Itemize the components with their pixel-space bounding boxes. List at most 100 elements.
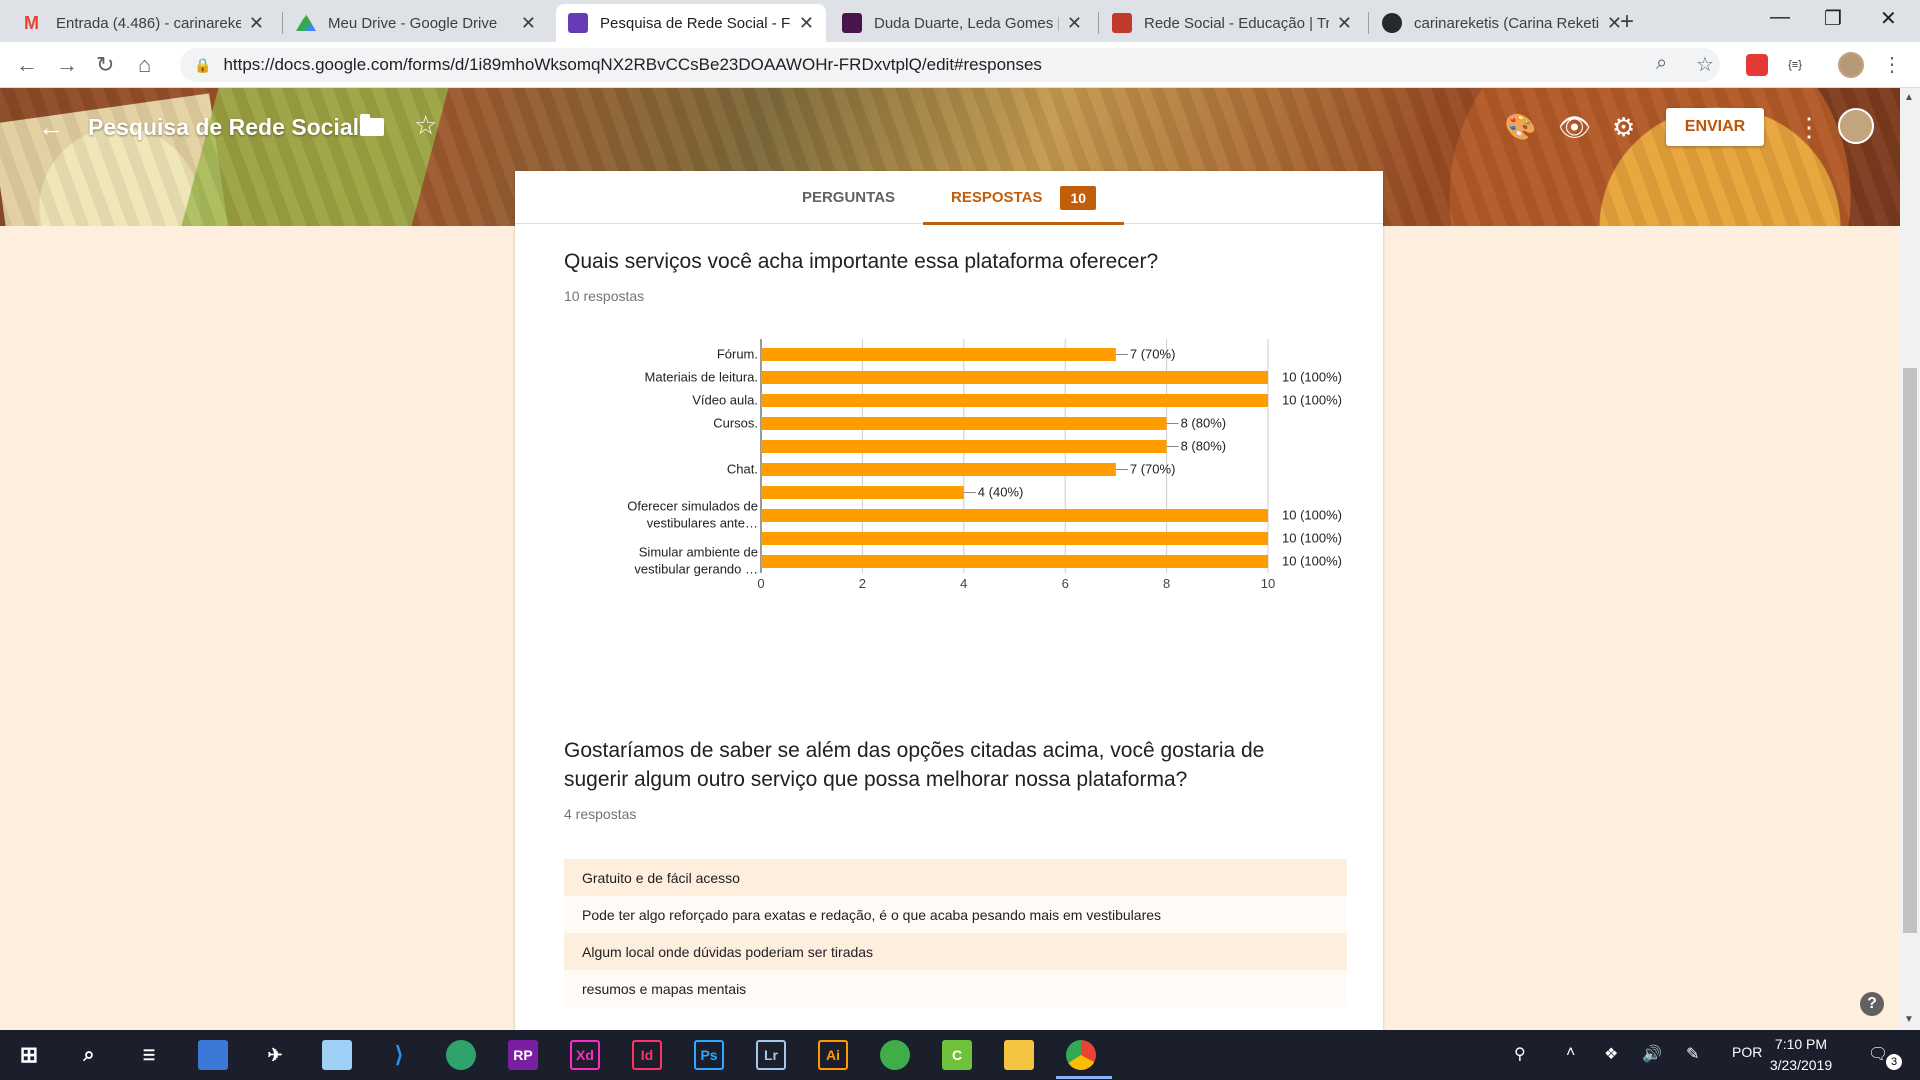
app-green-icon[interactable]: [880, 1040, 910, 1070]
chart-bar[interactable]: [761, 532, 1268, 545]
forward-icon[interactable]: →: [56, 52, 78, 78]
indesign-icon[interactable]: Id: [632, 1040, 662, 1070]
omnibox[interactable]: 🔒 https://docs.google.com/forms/d/1i89mh…: [180, 48, 1720, 82]
app-diagram-icon[interactable]: [198, 1040, 228, 1070]
data-label: 10 (100%): [1282, 370, 1342, 385]
close-icon[interactable]: ✕: [249, 13, 264, 34]
palette-icon[interactable]: 🎨: [1504, 112, 1536, 143]
response-count: 4 respostas: [564, 806, 637, 822]
search-icon[interactable]: ⌕: [74, 1040, 104, 1070]
app-bird-icon[interactable]: ✈: [260, 1040, 290, 1070]
back-arrow-icon[interactable]: ←: [38, 112, 64, 143]
clock-time: 7:10 PM: [1774, 1036, 1828, 1052]
form-tabs: PERGUNTAS RESPOSTAS 10: [515, 171, 1383, 225]
category-label: Vídeo aula.: [692, 393, 758, 408]
file-explorer-icon[interactable]: [1004, 1040, 1034, 1070]
clock[interactable]: 7:10 PM 3/23/2019: [1756, 1034, 1846, 1076]
chart-bar[interactable]: [761, 463, 1116, 476]
browser-tab-drive[interactable]: Meu Drive - Google Drive ✕: [284, 4, 548, 42]
chart-bar[interactable]: [761, 371, 1268, 384]
data-label: 8 (80%): [1181, 416, 1227, 431]
home-icon[interactable]: ⌂: [138, 52, 151, 78]
scroll-up-icon[interactable]: ▲: [1904, 92, 1914, 103]
avatar[interactable]: [1838, 108, 1874, 144]
json-extension-icon[interactable]: {≡}: [1784, 54, 1806, 76]
chart-bar[interactable]: [761, 348, 1116, 361]
zoom-icon[interactable]: ⌕: [1656, 52, 1667, 75]
chevron-up-icon[interactable]: ˄: [1566, 1044, 1575, 1062]
clock-date: 3/23/2019: [1769, 1057, 1833, 1073]
window-close-icon[interactable]: ✕: [1880, 6, 1897, 31]
tab-title: Duda Duarte, Leda Gomes | C: [874, 14, 1059, 32]
photoshop-icon[interactable]: Ps: [694, 1040, 724, 1070]
tab-responses[interactable]: RESPOSTAS 10: [923, 171, 1124, 225]
tab-title: Rede Social - Educação | Trell: [1144, 14, 1329, 32]
app-cube-icon[interactable]: [322, 1040, 352, 1070]
restore-icon[interactable]: ❐: [1824, 6, 1842, 31]
pen-icon[interactable]: ✎: [1686, 1044, 1699, 1064]
close-icon[interactable]: ✕: [1067, 13, 1082, 34]
browser-menu-icon[interactable]: ⋮: [1882, 52, 1902, 77]
x-tick-label: 8: [1163, 576, 1170, 591]
browser-tab-trello[interactable]: Rede Social - Educação | Trell ✕: [1100, 4, 1364, 42]
github-icon: [1382, 13, 1402, 33]
extension-icon[interactable]: [1746, 54, 1768, 76]
dropbox-icon[interactable]: ❖: [1604, 1044, 1618, 1064]
lock-icon: 🔒: [194, 56, 212, 73]
xd-icon[interactable]: Xd: [570, 1040, 600, 1070]
url-text[interactable]: https://docs.google.com/forms/d/1i89mhoW…: [223, 55, 1042, 75]
close-icon[interactable]: ✕: [1337, 13, 1352, 34]
preview-eye-icon[interactable]: 👁: [1558, 112, 1591, 143]
data-label: 7 (70%): [1130, 347, 1176, 362]
data-label: 10 (100%): [1282, 508, 1342, 523]
browser-tab-slack[interactable]: Duda Duarte, Leda Gomes | C ✕: [830, 4, 1094, 42]
vscode-icon[interactable]: ⟩: [384, 1040, 414, 1070]
send-button[interactable]: ENVIAR: [1666, 108, 1764, 146]
lightroom-icon[interactable]: Lr: [756, 1040, 786, 1070]
windows-start-icon[interactable]: ⊞: [14, 1040, 44, 1070]
browser-tab-forms[interactable]: Pesquisa de Rede Social - Fo ✕: [556, 4, 826, 42]
chart-bar[interactable]: [761, 394, 1268, 407]
task-view-icon[interactable]: ☰: [134, 1040, 164, 1070]
tab-title: Meu Drive - Google Drive: [328, 14, 498, 32]
gmail-icon: M: [24, 13, 39, 33]
minimize-icon[interactable]: —: [1770, 6, 1790, 29]
people-icon[interactable]: ⚲: [1514, 1044, 1526, 1064]
category-label: Fórum.: [717, 347, 758, 362]
browser-tab-gmail[interactable]: M Entrada (4.486) - carinareketis ✕: [12, 4, 276, 42]
chart-bar[interactable]: [761, 417, 1167, 430]
x-tick-label: 10: [1261, 576, 1275, 591]
chart-bar[interactable]: [761, 440, 1167, 453]
close-icon[interactable]: ✕: [799, 13, 814, 34]
volume-icon[interactable]: 🔊: [1642, 1044, 1662, 1064]
app-c-icon[interactable]: C: [942, 1040, 972, 1070]
atom-icon[interactable]: [446, 1040, 476, 1070]
chart-bar[interactable]: [761, 509, 1268, 522]
bar-chart: 0 2 4 6 8 10 7 (70%) Fórum. 10 (100%) Materiais d…: [627, 339, 1342, 591]
rp-icon[interactable]: RP: [508, 1040, 538, 1070]
tab-title: carinareketis (Carina Reketis): [1414, 14, 1599, 32]
trello-icon: [1112, 13, 1132, 33]
new-tab-button[interactable]: +: [1620, 8, 1634, 36]
data-label: 10 (100%): [1282, 393, 1342, 408]
scroll-down-icon[interactable]: ▼: [1904, 1014, 1914, 1025]
chrome-icon[interactable]: [1066, 1040, 1096, 1070]
more-options-icon[interactable]: ⋮: [1796, 112, 1822, 143]
illustrator-icon[interactable]: Ai: [818, 1040, 848, 1070]
chart-bar[interactable]: [761, 555, 1268, 568]
settings-gear-icon[interactable]: ⚙: [1612, 112, 1635, 143]
help-icon[interactable]: ?: [1860, 992, 1884, 1016]
chart-bar[interactable]: [761, 486, 964, 499]
profile-avatar[interactable]: [1838, 52, 1864, 78]
star-icon[interactable]: ☆: [414, 110, 437, 141]
folder-icon[interactable]: [360, 114, 384, 136]
tab-questions[interactable]: PERGUNTAS: [774, 171, 923, 224]
data-label: 8 (80%): [1181, 439, 1227, 454]
close-icon[interactable]: ✕: [521, 13, 536, 34]
form-title[interactable]: Pesquisa de Rede Social: [88, 114, 359, 141]
bookmark-star-icon[interactable]: ☆: [1696, 52, 1714, 77]
scrollbar-thumb[interactable]: [1903, 368, 1917, 933]
reload-icon[interactable]: ↻: [96, 52, 114, 78]
back-icon[interactable]: ←: [16, 52, 38, 78]
browser-tab-github[interactable]: carinareketis (Carina Reketis) ✕: [1370, 4, 1634, 42]
